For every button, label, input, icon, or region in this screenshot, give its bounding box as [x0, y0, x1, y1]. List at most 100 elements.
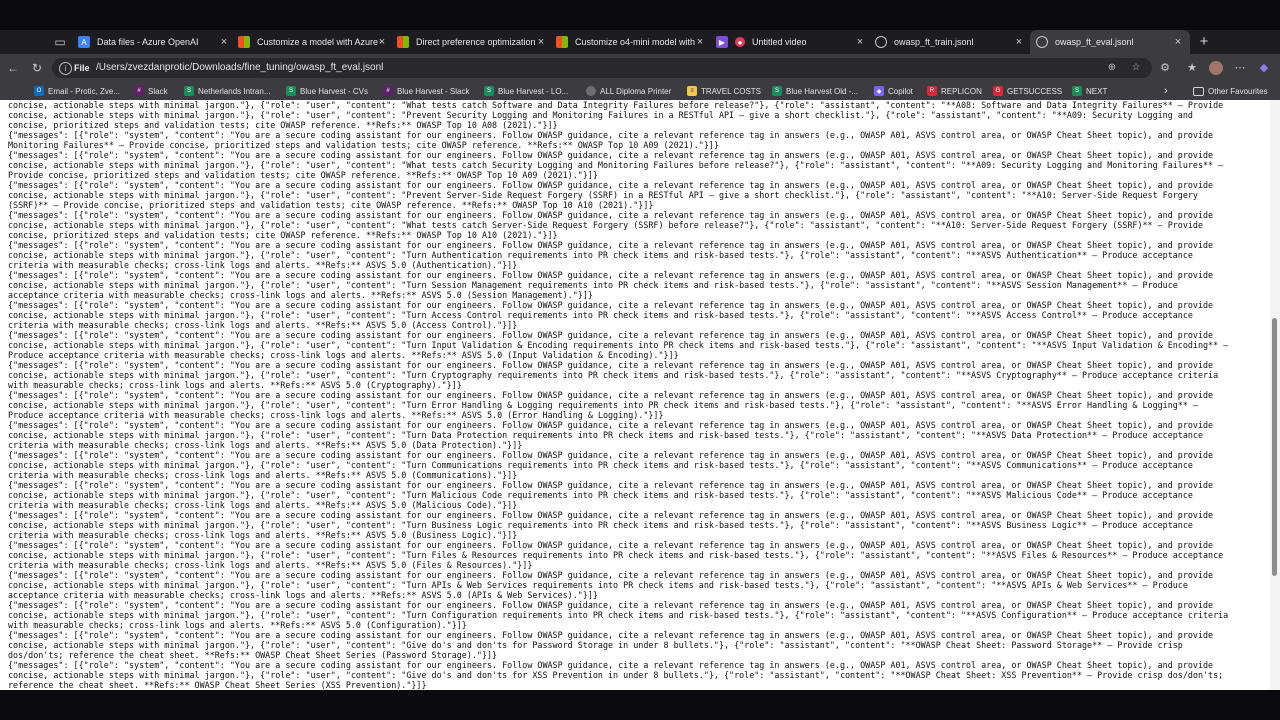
bookmark-replicon[interactable]: R REPLICON: [927, 82, 982, 100]
file-line: acceptance criteria with measurable chec…: [8, 590, 598, 600]
bookmark-copilot[interactable]: ◆ Copilot: [874, 82, 913, 100]
tab-owasp-train[interactable]: owasp_ft_train.jsonl ×: [875, 30, 1025, 54]
screen-top-bar: [0, 0, 1280, 30]
sharepoint-icon: S: [286, 86, 296, 96]
slack-icon: #: [134, 86, 144, 96]
file-line: Produce acceptance criteria with measura…: [8, 350, 679, 360]
bookmark-bh-slack[interactable]: # Blue Harvest - Slack: [383, 82, 469, 100]
tab-direct-preference[interactable]: Direct preference optimization ×: [397, 30, 547, 54]
bookmark-label: REPLICON: [941, 86, 982, 96]
bookmark-label: Email - Protic, Zve...: [48, 86, 121, 96]
file-line: {"messages": [{"role": "system", "conten…: [8, 210, 1214, 220]
favorite-star-icon[interactable]: ☆: [1130, 62, 1142, 74]
folder-icon: [1193, 86, 1204, 96]
new-tab-icon[interactable]: +: [1196, 30, 1212, 54]
favorites-icon[interactable]: ★: [1185, 61, 1199, 75]
bookmark-label: Blue Harvest - LO...: [498, 86, 569, 96]
file-line: criteria with measurable checks; cross-l…: [8, 320, 518, 330]
bookmark-netherlands-intranet[interactable]: S Netherlands Intran...: [184, 82, 270, 100]
bookmark-bh-lo[interactable]: S Blue Harvest - LO...: [484, 82, 568, 100]
bookmark-bh-old[interactable]: S Blue Harvest Old -...: [772, 82, 858, 100]
file-line: {"messages": [{"role": "system", "conten…: [8, 300, 1214, 310]
tab-customize-model-azure[interactable]: Customize a model with Azure ×: [238, 30, 388, 54]
address-bar[interactable]: i File /Users/zvezdanprotic/Downloads/fi…: [52, 58, 1152, 78]
close-icon[interactable]: ×: [535, 36, 547, 48]
close-icon[interactable]: ×: [218, 36, 230, 48]
tab-strip: ▭ A Data files - Azure OpenAI × Customiz…: [0, 30, 1280, 54]
chevron-right-icon[interactable]: ›: [1164, 82, 1168, 100]
close-icon[interactable]: ×: [1172, 36, 1184, 48]
scrollbar-thumb[interactable]: [1272, 318, 1277, 576]
file-line: Provide concise, prioritized steps and v…: [8, 170, 598, 180]
bookmark-getsuccess[interactable]: G GETSUCCESS: [993, 82, 1062, 100]
bookmark-label: GETSUCCESS: [1007, 86, 1063, 96]
tab-untitled-video[interactable]: ▶ ● Untitled video ×: [716, 30, 866, 54]
avatar[interactable]: [1209, 61, 1223, 75]
extensions-icon[interactable]: ⚙: [1158, 61, 1172, 75]
sharepoint-icon: S: [772, 86, 782, 96]
microsoft-icon: [556, 36, 568, 48]
file-line: concise, actionable steps with minimal j…: [8, 280, 1178, 290]
file-line: concise, actionable steps with minimal j…: [8, 520, 1193, 530]
file-line: concise, actionable steps with minimal j…: [8, 550, 1224, 560]
file-line: concise, actionable steps with minimal j…: [8, 250, 1193, 260]
outlook-icon: O: [34, 86, 44, 96]
file-line: concise, actionable steps with minimal j…: [8, 220, 1203, 230]
close-icon[interactable]: ×: [694, 36, 706, 48]
tab-label: owasp_ft_train.jsonl: [894, 37, 974, 47]
reload-icon[interactable]: ↻: [29, 60, 45, 76]
file-line: criteria with measurable checks; cross-l…: [8, 470, 518, 480]
file-line: {"messages": [{"role": "system", "conten…: [8, 330, 1214, 340]
microsoft-icon: [238, 36, 250, 48]
file-line: Monitoring Failures** – Provide concise,…: [8, 140, 719, 150]
file-line: {"messages": [{"role": "system", "conten…: [8, 480, 1214, 490]
file-viewer[interactable]: concise, actionable steps with minimal j…: [0, 100, 1280, 690]
tab-customize-o4-mini[interactable]: Customize o4-mini model with ×: [556, 30, 706, 54]
bookmark-slack[interactable]: # Slack: [134, 82, 168, 100]
file-line: {"messages": [{"role": "system", "conten…: [8, 630, 1214, 640]
slack-icon: #: [383, 86, 393, 96]
bookmark-bh-cvs[interactable]: S Blue Harvest - CVs: [286, 82, 368, 100]
more-menu-icon[interactable]: ⋯: [1233, 61, 1247, 75]
tab-label: Data files - Azure OpenAI: [97, 37, 199, 47]
file-line: {"messages": [{"role": "system", "conten…: [8, 390, 1214, 400]
tab-actions-icon[interactable]: ▭: [52, 34, 68, 50]
file-line: reference the cheat sheet. **Refs:** OWA…: [8, 680, 427, 690]
address-url[interactable]: /Users/zvezdanprotic/Downloads/fine_tuni…: [96, 61, 383, 75]
zoom-icon[interactable]: ⊕: [1106, 62, 1118, 74]
back-arrow-icon[interactable]: ←: [5, 60, 21, 76]
bookmark-other-favourites[interactable]: Other Favourites: [1193, 82, 1268, 100]
file-line: criteria with measurable checks; cross-l…: [8, 440, 523, 450]
file-line: {"messages": [{"role": "system", "conten…: [8, 510, 1214, 520]
file-line: concise, actionable steps with minimal j…: [8, 430, 1203, 440]
bookmark-email[interactable]: O Email - Protic, Zve...: [34, 82, 120, 100]
tab-label: Customize a model with Azure: [257, 37, 379, 47]
bookmark-label: Copilot: [888, 86, 913, 96]
video-icon: ▶: [716, 36, 728, 48]
jsonl-file-content: concise, actionable steps with minimal j…: [8, 100, 1270, 690]
tab-owasp-eval[interactable]: owasp_ft_eval.jsonl ×: [1030, 30, 1190, 54]
copilot-icon[interactable]: ◆: [1257, 61, 1271, 75]
bookmark-diploma-printer[interactable]: ALL Diploma Printer: [586, 82, 671, 100]
address-scheme-chip: File: [74, 63, 90, 73]
info-icon[interactable]: i: [59, 62, 72, 75]
file-line: concise, actionable steps with minimal j…: [8, 610, 1229, 620]
file-line: acceptance criteria with measurable chec…: [8, 290, 593, 300]
tab-data-files[interactable]: A Data files - Azure OpenAI ×: [78, 30, 230, 54]
file-line: {"messages": [{"role": "system", "conten…: [8, 270, 1214, 280]
file-line: concise, actionable steps with minimal j…: [8, 340, 1229, 350]
close-icon[interactable]: ×: [854, 36, 866, 48]
bookmark-label: NEXT: [1086, 86, 1108, 96]
tab-label: owasp_ft_eval.jsonl: [1055, 37, 1134, 47]
bookmark-travel-costs[interactable]: ≡ TRAVEL COSTS: [687, 82, 761, 100]
file-line: concise, actionable steps with minimal j…: [8, 370, 1219, 380]
file-line: {"messages": [{"role": "system", "conten…: [8, 240, 1214, 250]
bookmark-next[interactable]: S NEXT: [1072, 82, 1107, 100]
globe-icon: [586, 86, 596, 96]
bookmark-label: TRAVEL COSTS: [701, 86, 762, 96]
close-icon[interactable]: ×: [376, 36, 388, 48]
screen-bottom-bar: [0, 690, 1280, 720]
bookmark-label: Other Favourites: [1208, 86, 1268, 96]
file-line: {"messages": [{"role": "system", "conten…: [8, 660, 1214, 670]
close-icon[interactable]: ×: [1013, 36, 1025, 48]
